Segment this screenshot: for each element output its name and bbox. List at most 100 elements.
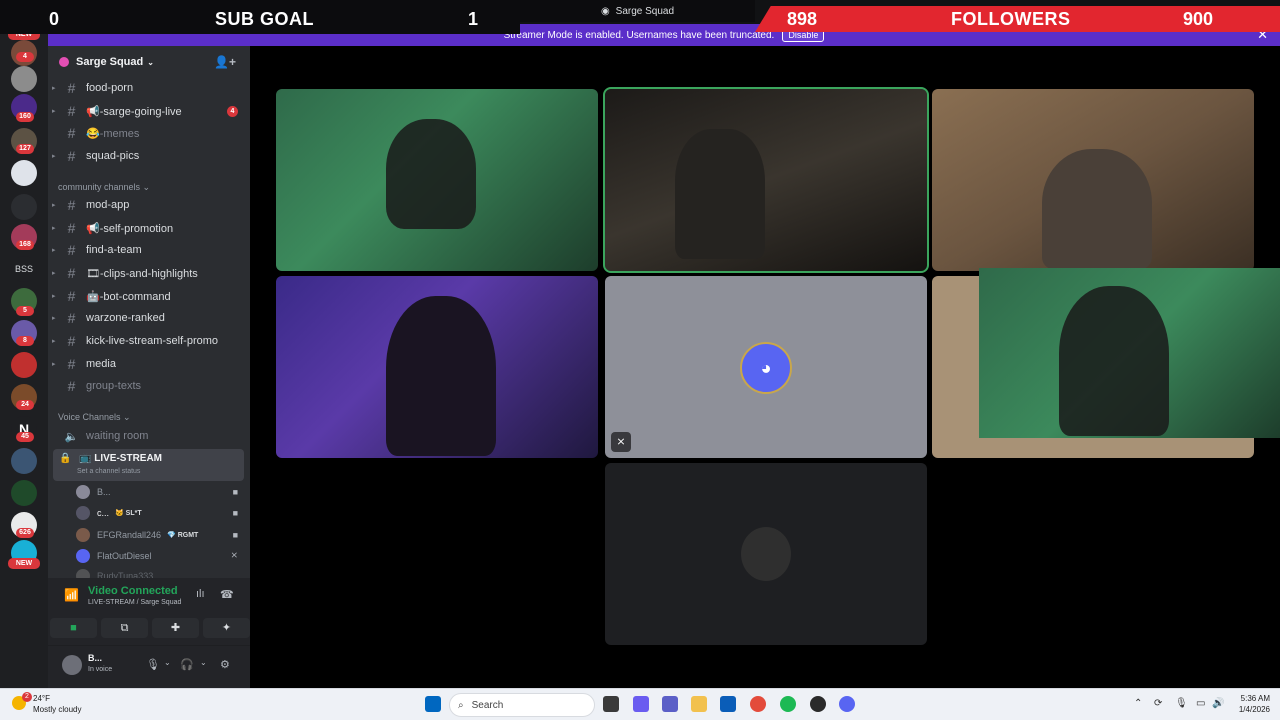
channel-clips-and-highlights[interactable]: ▸ # 🎞-clips-and-highlights xyxy=(52,263,244,283)
voice-user[interactable]: EFGRandall246 💎 RGMT ■ xyxy=(76,525,244,544)
hash-icon: # xyxy=(67,310,76,326)
followers-target: 900 xyxy=(1183,9,1214,29)
channel-status-hint[interactable]: Set a channel status xyxy=(77,468,140,475)
channel-warzone-ranked[interactable]: ▸ # warzone-ranked xyxy=(52,308,244,328)
avatar[interactable] xyxy=(62,655,82,675)
discord-avatar-icon: ◕ xyxy=(740,342,792,394)
voice-user[interactable]: B... ■ xyxy=(76,482,244,501)
chevron-right-icon: ▸ xyxy=(52,85,56,92)
channel-sarge-going-live[interactable]: ▸ # 📢-sarge-going-live 4 xyxy=(52,101,244,121)
avatar xyxy=(76,527,90,542)
avatar xyxy=(76,548,90,563)
add-member-icon[interactable]: 👤+ xyxy=(214,55,236,69)
camera-icon: ■ xyxy=(232,486,238,497)
server-icon[interactable] xyxy=(11,352,37,378)
discord-logo-icon: ◉ xyxy=(600,5,610,17)
store-icon[interactable] xyxy=(720,696,736,712)
disconnect-icon[interactable]: ☎ xyxy=(220,588,234,601)
task-view-icon[interactable] xyxy=(603,696,619,712)
network-icon[interactable]: ▭ xyxy=(1196,698,1205,709)
hash-icon: # xyxy=(67,80,76,96)
chevron-down-icon[interactable]: ⌄ xyxy=(200,658,207,667)
voice-channel-live-stream[interactable]: 🔒 📺 LIVE-STREAM Set a channel status xyxy=(53,449,244,481)
channel-kick-live-stream-self-promo[interactable]: ▸ # kick-live-stream-self-promo xyxy=(52,331,244,351)
chevron-right-icon: ▸ xyxy=(52,270,56,277)
server-icon[interactable] xyxy=(11,160,37,186)
signal-icon[interactable]: 📶 xyxy=(64,588,79,602)
video-tile-no-camera[interactable]: ◕ ⨯ xyxy=(605,276,927,458)
taskbar-search[interactable]: ⌕ Search xyxy=(449,693,595,717)
hash-icon: # xyxy=(67,356,76,372)
channel-media[interactable]: ▸ # media xyxy=(52,354,244,374)
hash-icon: # xyxy=(67,125,76,141)
voice-connection-panel: 📶 Video Connected LIVE-STREAM / Sarge Sq… xyxy=(48,578,250,646)
channel-find-a-team[interactable]: ▸ # find-a-team xyxy=(52,240,244,260)
channel-memes[interactable]: # 😂-memes xyxy=(52,123,244,143)
muted-mic-icon: ⨯ xyxy=(230,550,238,560)
server-icon[interactable] xyxy=(11,448,37,474)
app-icon[interactable] xyxy=(810,696,826,712)
category-voice-channels[interactable]: Voice Channels ⌄ xyxy=(58,412,131,423)
sync-icon[interactable]: ⟳ xyxy=(1154,698,1162,709)
category-community[interactable]: community channels ⌄ xyxy=(58,182,150,193)
chrome-icon[interactable] xyxy=(750,696,766,712)
server-icon[interactable] xyxy=(11,480,37,506)
teams-icon[interactable] xyxy=(662,696,678,712)
video-tile[interactable] xyxy=(276,276,598,458)
user-status: In voice xyxy=(88,666,113,673)
spotify-icon[interactable] xyxy=(780,696,796,712)
chevron-up-icon[interactable]: ⌃ xyxy=(1134,698,1142,709)
chevron-right-icon: ▸ xyxy=(52,108,56,115)
channel-food-porn[interactable]: ▸ # food-porn xyxy=(52,78,244,98)
start-icon[interactable] xyxy=(425,696,441,712)
channel-bot-command[interactable]: ▸ # 🤖-bot-command xyxy=(52,286,244,306)
voice-location[interactable]: LIVE-STREAM / Sarge Squad xyxy=(88,599,181,606)
new-badge: NEW xyxy=(8,558,40,569)
channel-self-promotion[interactable]: ▸ # 📢-self-promotion xyxy=(52,218,244,238)
video-stage: ◕ ⨯ xyxy=(250,46,1280,688)
volume-icon[interactable]: 🔊 xyxy=(1212,698,1224,709)
video-tile-speaking[interactable] xyxy=(603,87,929,273)
microphone-icon[interactable]: 🎙 xyxy=(146,658,160,671)
gear-icon[interactable]: ⚙ xyxy=(220,658,230,671)
video-tile-no-camera[interactable] xyxy=(605,463,927,645)
chevron-right-icon: ▸ xyxy=(52,225,56,232)
clock-date: 1/4/2026 xyxy=(1238,705,1270,714)
server-icon[interactable] xyxy=(11,66,37,92)
file-explorer-icon[interactable] xyxy=(691,696,707,712)
camera-button[interactable]: ■ xyxy=(50,618,97,638)
copilot-icon[interactable] xyxy=(633,696,649,712)
weather-temp: 24°F xyxy=(33,694,50,703)
server-header[interactable]: Sarge Squad ⌄ 👤+ xyxy=(48,46,250,78)
soundboard-button[interactable]: ✦ xyxy=(203,618,250,638)
discord-taskbar-icon[interactable] xyxy=(839,696,855,712)
search-placeholder: Search xyxy=(471,699,504,711)
hash-icon: # xyxy=(67,333,76,349)
channel-group-texts[interactable]: # group-texts xyxy=(52,376,244,396)
channel-squad-pics[interactable]: ▸ # squad-pics xyxy=(52,146,244,166)
microphone-icon[interactable]: 🎙 xyxy=(1175,698,1188,709)
voice-user[interactable]: FlatOutDiesel ⨯ xyxy=(76,546,244,565)
channel-name: 🎞-clips-and-highlights xyxy=(86,267,198,280)
channel-mod-app[interactable]: ▸ # mod-app xyxy=(52,195,244,215)
video-tile[interactable] xyxy=(276,89,598,271)
voice-user[interactable]: c... 🐱 SL*T ■ xyxy=(76,503,244,522)
server-icon[interactable] xyxy=(11,194,37,220)
chevron-down-icon[interactable]: ⌄ xyxy=(164,658,171,667)
server-bss-label[interactable]: BSS xyxy=(11,256,37,282)
chevron-down-icon: ⌄ xyxy=(147,57,154,67)
unread-badge: 5 xyxy=(16,306,34,316)
channel-name: squad-pics xyxy=(86,150,140,162)
screen-share-button[interactable]: ⧉ xyxy=(101,618,148,638)
sub-goal-label: SUB GOAL xyxy=(215,9,315,29)
system-clock[interactable]: 5:36 AM 1/4/2026 xyxy=(1226,693,1270,715)
headphones-icon[interactable]: 🎧 xyxy=(180,658,194,671)
avatar xyxy=(76,505,90,520)
noise-suppression-icon[interactable]: ılı xyxy=(196,588,205,600)
camera-icon: ■ xyxy=(232,507,238,518)
video-tile[interactable] xyxy=(932,89,1254,271)
activities-button[interactable]: ✚ xyxy=(152,618,199,638)
channel-name: 📺 LIVE-STREAM xyxy=(79,453,163,464)
voice-channel-waiting-room[interactable]: 🔈 waiting room xyxy=(52,426,244,446)
hash-icon: # xyxy=(67,220,76,236)
